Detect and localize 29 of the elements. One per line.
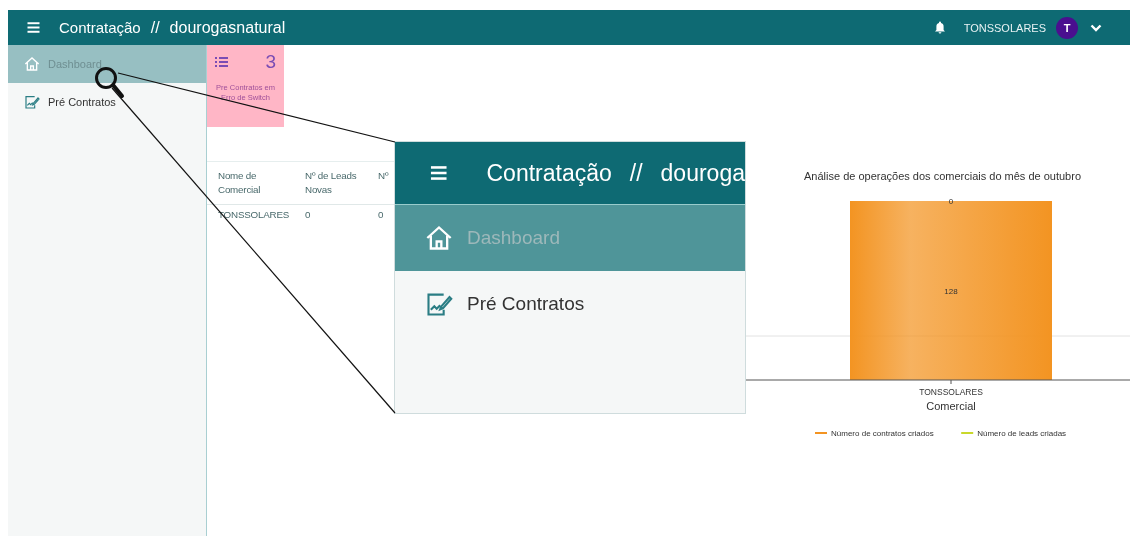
data-label: 128 [944,286,958,296]
breadcrumb-title: Contratação [486,159,612,187]
stat-count: 3 [265,51,276,73]
chevron-down-icon[interactable] [1090,23,1102,32]
legend-label[interactable]: Número de contratos criados [831,429,934,438]
axis-title: Comercial [926,400,976,412]
breadcrumb-separator: // [629,159,643,187]
column-header: Nome de Comercial [207,161,294,205]
organization-name: douroga [660,159,745,187]
data-label: 0 [948,197,954,206]
list-icon [215,57,228,67]
magnifier-icon [95,67,124,98]
signed-document-icon [24,94,40,110]
breadcrumb-title: Contratação [59,19,141,36]
legend-label[interactable]: Número de leads criadas [977,429,1067,438]
column-header: Nº de Leads Novas [294,161,367,205]
home-icon [425,224,453,252]
home-icon [24,56,40,72]
menu-icon[interactable] [26,20,41,35]
category-label: TONSSOLARES [919,387,983,397]
user-name[interactable]: TONSSOLARES [963,21,1046,34]
sidebar-item[interactable]: Pré Contratos [8,83,206,121]
user-avatar[interactable]: T [1056,16,1078,39]
breadcrumb-separator: // [150,18,160,37]
table-cell: 0 [294,204,367,225]
sidebar-item[interactable]: Pré Contratos [395,271,745,337]
organization-name: dourogasnatural [169,18,286,37]
bell-icon[interactable] [933,21,946,34]
chart-title: Análise de operações dos comerciais do mês de outubro [804,170,1081,182]
